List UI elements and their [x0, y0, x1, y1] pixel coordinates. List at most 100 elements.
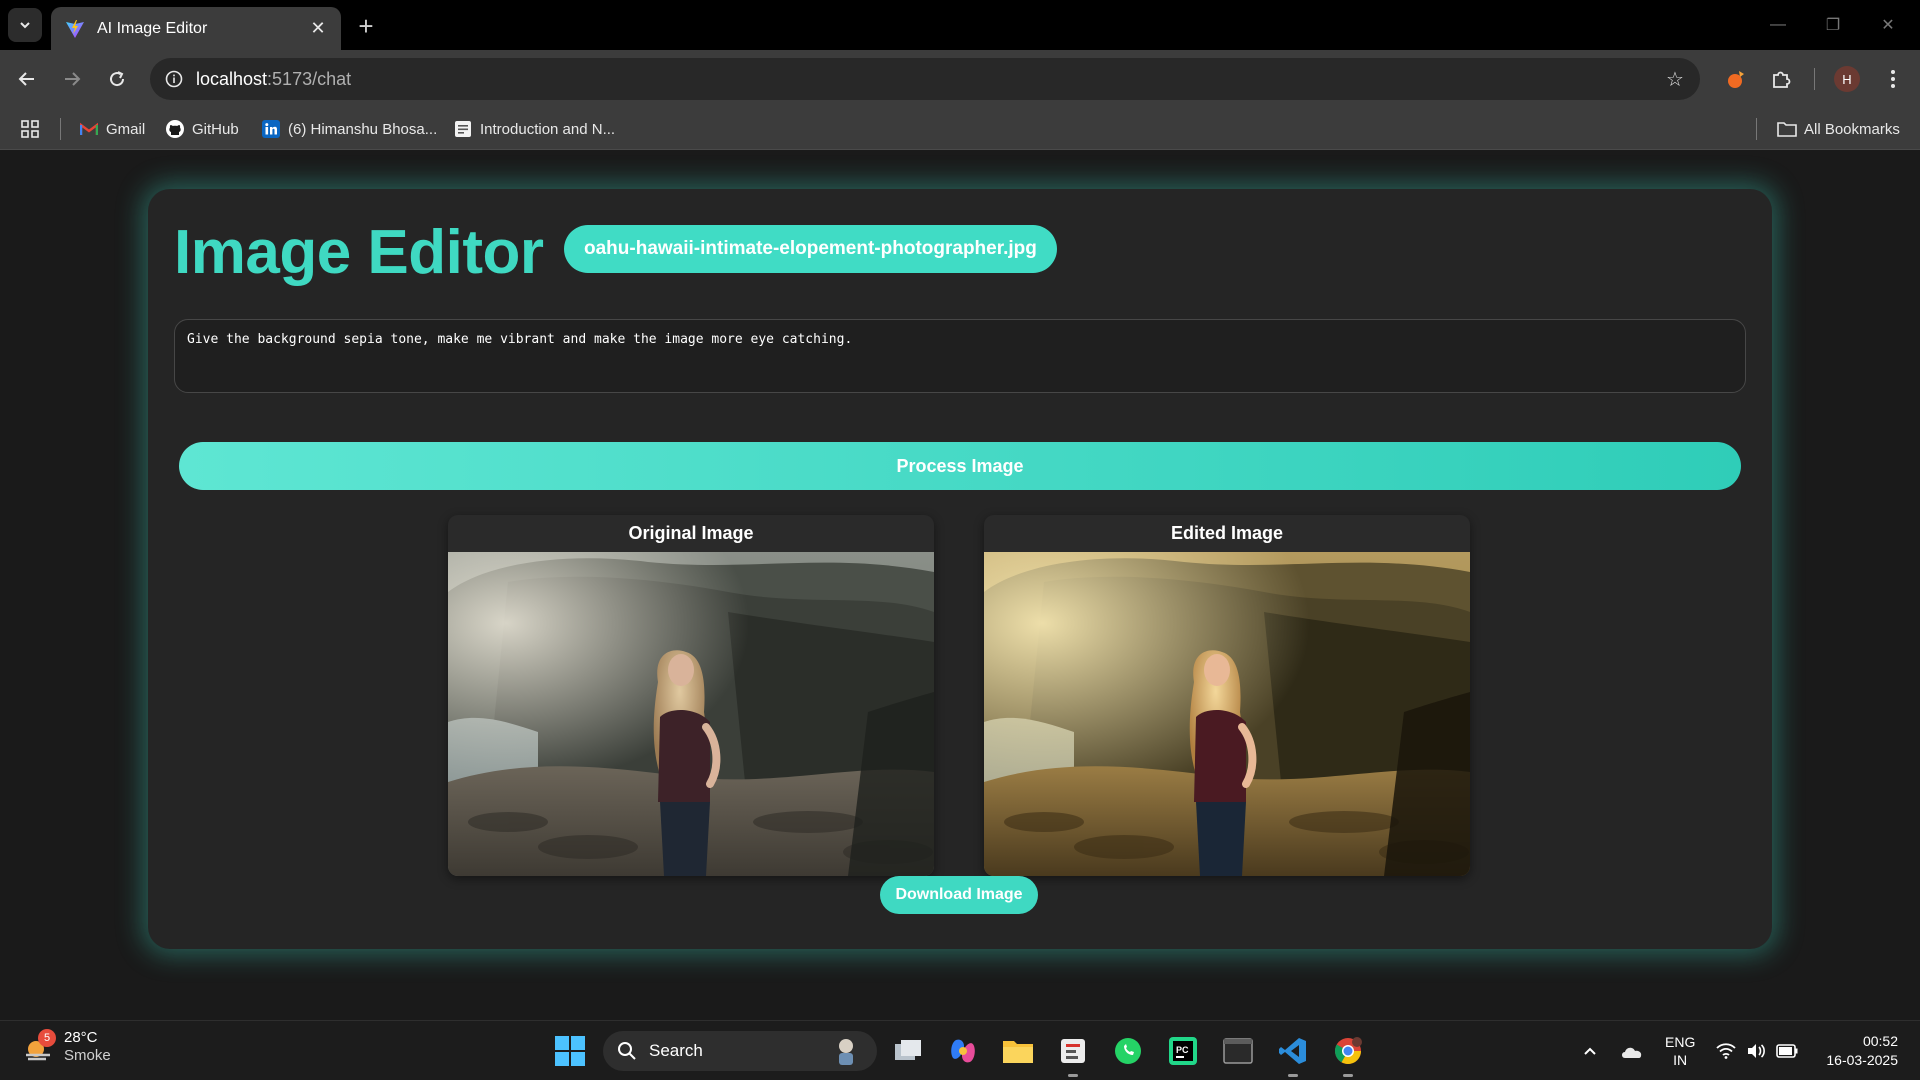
clock-date: 16-03-2025: [1826, 1052, 1898, 1068]
edited-image-title: Edited Image: [1170, 523, 1284, 543]
edited-image: [984, 552, 1470, 876]
bookmark-star-icon[interactable]: ☆: [1662, 66, 1688, 92]
profile-button[interactable]: H: [1830, 62, 1864, 96]
vscode-icon[interactable]: [1275, 1033, 1311, 1069]
reload-button[interactable]: [100, 62, 134, 96]
extension-button[interactable]: [1719, 62, 1753, 96]
chrome-icon[interactable]: [1330, 1033, 1366, 1069]
linkedin-icon: [261, 119, 281, 139]
extensions-button[interactable]: [1764, 62, 1798, 96]
back-button[interactable]: [10, 62, 44, 96]
bookmarks-bar: Gmail GitHub (6) Himanshu Bhosa... Intro…: [0, 108, 1920, 150]
whatsapp-icon[interactable]: [1110, 1033, 1146, 1069]
bookmark-label: (6) Himanshu Bhosa...: [288, 120, 438, 138]
new-tab-button[interactable]: +: [350, 10, 382, 42]
file-explorer-icon[interactable]: [1000, 1033, 1036, 1069]
apps-button[interactable]: [20, 116, 40, 142]
toolbar-separator: [1814, 68, 1815, 90]
wifi-icon: [1716, 1043, 1736, 1059]
process-image-button[interactable]: Process Image: [179, 442, 1741, 490]
forward-button[interactable]: [55, 62, 89, 96]
windows-taskbar: 5 28°C Smoke Search PC ENG IN 00:52 16-0…: [0, 1020, 1920, 1080]
svg-text:PC: PC: [1176, 1045, 1189, 1055]
download-image-button[interactable]: Download Image: [880, 876, 1038, 914]
minimize-button[interactable]: —: [1758, 10, 1798, 40]
search-icon: [618, 1042, 636, 1060]
copilot-icon[interactable]: [945, 1033, 981, 1069]
bookmarks-separator: [1756, 118, 1757, 140]
snipping-tool-icon[interactable]: [1055, 1033, 1091, 1069]
start-button[interactable]: [554, 1035, 586, 1067]
prompt-textarea[interactable]: Give the background sepia tone, make me …: [174, 319, 1746, 393]
tab-title: AI Image Editor: [97, 19, 208, 37]
bookmark-linkedin[interactable]: (6) Himanshu Bhosa...: [261, 116, 437, 142]
url-path: :5173/chat: [267, 68, 352, 89]
url-host: localhost: [196, 68, 268, 89]
gmail-icon: [79, 119, 99, 139]
windows-logo-icon: [555, 1036, 585, 1066]
taskbar-search[interactable]: Search: [603, 1031, 877, 1071]
bookmark-label: Introduction and N...: [480, 120, 616, 138]
bookmark-gmail[interactable]: Gmail: [79, 116, 145, 142]
browser-tab-active[interactable]: AI Image Editor ✕: [51, 7, 341, 50]
weather-icon: 5: [22, 1029, 56, 1063]
weather-badge: 5: [38, 1029, 56, 1047]
system-clock[interactable]: 00:52 16-03-2025: [1826, 1032, 1898, 1070]
bookmark-label: GitHub: [192, 120, 239, 138]
weather-condition: Smoke: [64, 1047, 111, 1064]
page-title: Image Editor: [174, 218, 544, 287]
running-indicator: [1068, 1074, 1078, 1077]
site-info-button[interactable]: [154, 58, 194, 100]
tray-overflow-button[interactable]: [1582, 1021, 1598, 1080]
github-icon: [165, 119, 185, 139]
original-image-panel: Original Image: [448, 515, 934, 876]
more-vertical-icon: [1891, 70, 1895, 88]
pycharm-icon[interactable]: PC: [1165, 1033, 1201, 1069]
quick-settings[interactable]: [1716, 1021, 1798, 1080]
clock-time: 00:52: [1862, 1033, 1898, 1049]
weather-temp: 28°C: [64, 1029, 98, 1046]
tab-close-icon[interactable]: ✕: [303, 14, 333, 44]
terminal-icon[interactable]: [1220, 1033, 1256, 1069]
arrow-right-icon: [65, 72, 81, 86]
search-highlight-icon: [839, 1039, 853, 1065]
apps-grid-icon: [21, 120, 39, 138]
original-image-title: Original Image: [628, 523, 754, 543]
address-bar[interactable]: localhost:5173/chat ☆: [150, 58, 1700, 100]
page-content: Image Editor oahu-hawaii-intimate-elopem…: [0, 151, 1920, 1020]
language-line2: IN: [1673, 1052, 1688, 1068]
original-image: [448, 552, 934, 876]
browser-menu-button[interactable]: [1876, 62, 1910, 96]
chevron-up-icon: [1584, 1047, 1596, 1055]
extension-flame-icon: [1728, 71, 1744, 88]
task-view-icon[interactable]: [890, 1033, 926, 1069]
language-indicator[interactable]: ENG IN: [1665, 1021, 1695, 1080]
browser-titlebar: AI Image Editor ✕ + — ❐ ✕: [0, 0, 1920, 50]
reload-icon: [110, 71, 125, 87]
info-icon: [165, 70, 183, 88]
puzzle-icon: [1773, 71, 1791, 88]
running-indicator: [1288, 1074, 1298, 1077]
document-icon: [453, 119, 473, 139]
bookmark-introduction[interactable]: Introduction and N...: [453, 116, 615, 142]
language-line1: ENG: [1665, 1034, 1696, 1050]
search-label: Search: [649, 1041, 703, 1060]
bookmarks-separator: [60, 118, 61, 140]
folder-icon: [1777, 119, 1797, 139]
filename-badge: oahu-hawaii-intimate-elopement-photograp…: [564, 225, 1057, 273]
browser-toolbar: localhost:5173/chat ☆ H: [0, 50, 1920, 108]
arrow-left-icon: [18, 72, 34, 86]
weather-widget[interactable]: 5 28°C Smoke: [22, 1029, 111, 1065]
bookmark-github[interactable]: GitHub: [165, 116, 239, 142]
restore-button[interactable]: ❐: [1813, 10, 1853, 40]
editor-card: Image Editor oahu-hawaii-intimate-elopem…: [148, 189, 1772, 949]
all-bookmarks-button[interactable]: All Bookmarks: [1777, 116, 1900, 142]
close-window-button[interactable]: ✕: [1868, 10, 1908, 40]
tab-search-button[interactable]: [8, 8, 42, 42]
volume-icon: [1748, 1044, 1765, 1058]
avatar: H: [1834, 66, 1860, 92]
battery-icon: [1776, 1044, 1798, 1058]
running-indicator: [1343, 1074, 1353, 1077]
onedrive-icon[interactable]: [1620, 1021, 1644, 1080]
bookmark-label: Gmail: [106, 120, 146, 138]
